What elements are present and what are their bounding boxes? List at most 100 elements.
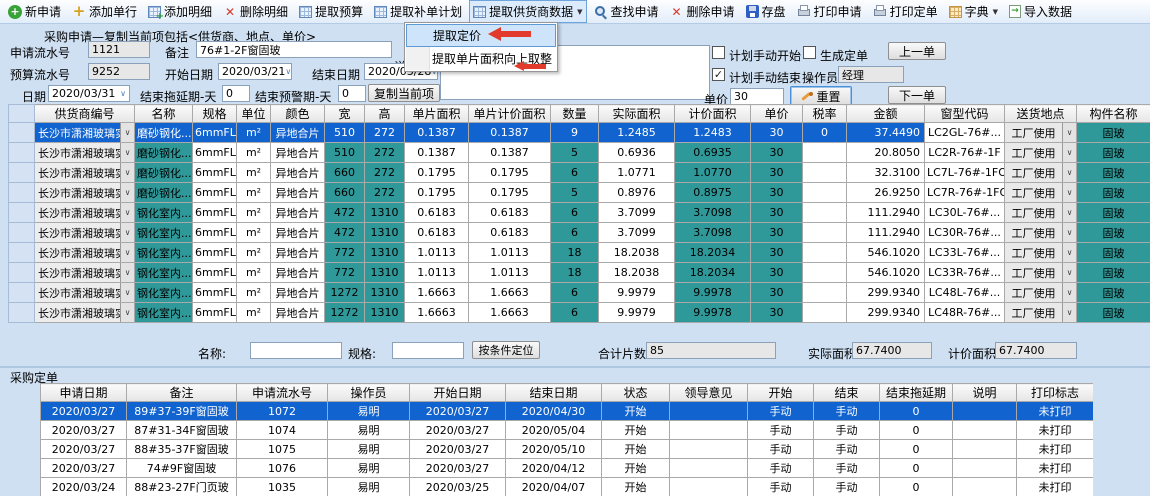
column-header[interactable]: 领导意见 — [670, 384, 748, 402]
cell[interactable]: 固玻 — [1077, 263, 1150, 283]
cell[interactable]: 272 — [365, 163, 405, 183]
table-row[interactable]: 2020/03/2488#23-27F门页玻1035易明2020/03/2520… — [41, 478, 1094, 496]
cell[interactable]: 660 — [325, 183, 365, 203]
toolbar-button-extract-supplier-data[interactable]: 提取供货商数据▼ — [469, 0, 586, 23]
cell[interactable] — [803, 223, 847, 243]
cell[interactable]: 30 — [751, 243, 803, 263]
cell[interactable]: 5 — [551, 143, 599, 163]
cell[interactable]: 1310 — [365, 243, 405, 263]
delivery-dropdown-icon[interactable]: ∨ — [1062, 163, 1076, 182]
cell[interactable]: 未打印 — [1017, 440, 1094, 459]
cell[interactable]: 手动 — [748, 440, 814, 459]
cell[interactable]: 1.0113 — [405, 263, 469, 283]
cell[interactable]: 2020/03/27 — [410, 402, 506, 421]
cell[interactable] — [803, 263, 847, 283]
cell[interactable]: 固玻 — [1077, 203, 1150, 223]
cell[interactable]: 异地合片 — [271, 223, 325, 243]
toolbar-button-print-order[interactable]: 打印定单 — [869, 0, 942, 23]
cell[interactable]: 1.2483 — [675, 123, 751, 143]
cell[interactable]: 88#35-37F窗固玻 — [127, 440, 237, 459]
cell[interactable]: 开始 — [602, 459, 670, 478]
toolbar-button-add-row[interactable]: +添加单行 — [68, 0, 141, 23]
toolbar-button-new-request[interactable]: +新申请 — [4, 0, 65, 23]
column-header[interactable]: 供货商编号 — [35, 105, 135, 123]
cell[interactable]: 磨砂钢化... — [135, 143, 193, 163]
cell[interactable]: 0.1387 — [405, 143, 469, 163]
cell[interactable]: 0.1387 — [405, 123, 469, 143]
cell[interactable] — [803, 183, 847, 203]
cell[interactable]: 未打印 — [1017, 459, 1094, 478]
cell[interactable] — [670, 421, 748, 440]
cell[interactable]: LC7L-76#-1FO — [925, 163, 1005, 183]
delivery-cell[interactable]: 工厂使用∨ — [1005, 263, 1077, 283]
end-warn-field[interactable]: 0 — [338, 85, 366, 102]
cell[interactable]: 272 — [365, 143, 405, 163]
spec-filter-input[interactable] — [392, 342, 464, 359]
cell[interactable]: 0.8976 — [599, 183, 675, 203]
cell[interactable]: 0.8975 — [675, 183, 751, 203]
cell[interactable]: 2020/03/27 — [41, 402, 127, 421]
delivery-dropdown-icon[interactable]: ∨ — [1062, 283, 1076, 302]
cell[interactable] — [803, 283, 847, 303]
cell[interactable]: 6mmFLE... — [193, 283, 237, 303]
cell[interactable]: 异地合片 — [271, 283, 325, 303]
cell[interactable]: 30 — [751, 303, 803, 323]
cell[interactable]: 异地合片 — [271, 243, 325, 263]
supplier-dropdown-icon[interactable]: ∨ — [120, 223, 134, 242]
cell[interactable]: 手动 — [748, 459, 814, 478]
cell[interactable]: 0.6183 — [405, 203, 469, 223]
cell[interactable] — [670, 440, 748, 459]
table-row[interactable]: 长沙市潇湘玻璃实...∨磨砂钢化...6mmFLE...m²异地合片510272… — [9, 143, 1150, 163]
cell[interactable]: 手动 — [814, 440, 880, 459]
column-header[interactable]: 窗型代码 — [925, 105, 1005, 123]
supplier-dropdown-icon[interactable]: ∨ — [120, 183, 134, 202]
column-header[interactable]: 送货地点 — [1005, 105, 1077, 123]
cell[interactable]: 0 — [880, 402, 953, 421]
cell[interactable]: 1.0770 — [675, 163, 751, 183]
column-header[interactable]: 备注 — [127, 384, 237, 402]
column-header[interactable]: 构件名称 — [1077, 105, 1150, 123]
copy-current-button[interactable]: 复制当前项 — [368, 84, 440, 102]
cell[interactable]: 3.7098 — [675, 223, 751, 243]
cell[interactable]: 6mmFLE... — [193, 203, 237, 223]
cell[interactable]: 2020/03/27 — [41, 440, 127, 459]
cell[interactable]: 660 — [325, 163, 365, 183]
cell[interactable]: 6mmFLE... — [193, 183, 237, 203]
generate-order-checkbox[interactable] — [803, 46, 816, 59]
cell[interactable]: 钢化室内... — [135, 263, 193, 283]
table-row[interactable]: 长沙市潇湘玻璃实...∨钢化室内...6mmFLE...m²异地合片127213… — [9, 283, 1150, 303]
cell[interactable]: 2020/03/24 — [41, 478, 127, 496]
toolbar-button-add-detail[interactable]: 添加明细 — [144, 0, 216, 23]
supplier-cell[interactable]: 长沙市潇湘玻璃实...∨ — [35, 123, 135, 143]
cell[interactable]: m² — [237, 263, 271, 283]
column-header[interactable]: 结束拖延期 — [880, 384, 953, 402]
cell[interactable]: LC33R-76#... — [925, 263, 1005, 283]
cell[interactable]: 1.6663 — [405, 303, 469, 323]
cell[interactable]: 易明 — [328, 459, 410, 478]
cell[interactable]: 固玻 — [1077, 123, 1150, 143]
cell[interactable]: 0.6183 — [405, 223, 469, 243]
cell[interactable]: 20.8050 — [847, 143, 925, 163]
column-header[interactable]: 开始 — [748, 384, 814, 402]
cell[interactable]: 钢化室内... — [135, 303, 193, 323]
table-row[interactable]: 2020/03/2774#9F窗固玻1076易明2020/03/272020/0… — [41, 459, 1094, 478]
supplier-dropdown-icon[interactable]: ∨ — [120, 203, 134, 222]
table-row[interactable]: 长沙市潇湘玻璃实...∨钢化室内...6mmFLE...m²异地合片472131… — [9, 223, 1150, 243]
cell[interactable]: 32.3100 — [847, 163, 925, 183]
cell[interactable]: 472 — [325, 223, 365, 243]
cell[interactable]: 30 — [751, 263, 803, 283]
cell[interactable]: 固玻 — [1077, 243, 1150, 263]
cell[interactable]: 510 — [325, 123, 365, 143]
cell[interactable]: 9.9979 — [599, 283, 675, 303]
cell[interactable]: 87#31-34F窗固玻 — [127, 421, 237, 440]
cell[interactable]: 1.0113 — [469, 263, 551, 283]
cell[interactable]: 异地合片 — [271, 263, 325, 283]
cell[interactable]: 钢化室内... — [135, 283, 193, 303]
column-header[interactable]: 数量 — [551, 105, 599, 123]
cell[interactable]: 0.1387 — [469, 123, 551, 143]
delivery-dropdown-icon[interactable]: ∨ — [1062, 263, 1076, 282]
cell[interactable]: 74#9F窗固玻 — [127, 459, 237, 478]
cell[interactable]: 易明 — [328, 478, 410, 496]
cell[interactable]: 18.2034 — [675, 263, 751, 283]
end-delay-field[interactable]: 0 — [222, 85, 250, 102]
